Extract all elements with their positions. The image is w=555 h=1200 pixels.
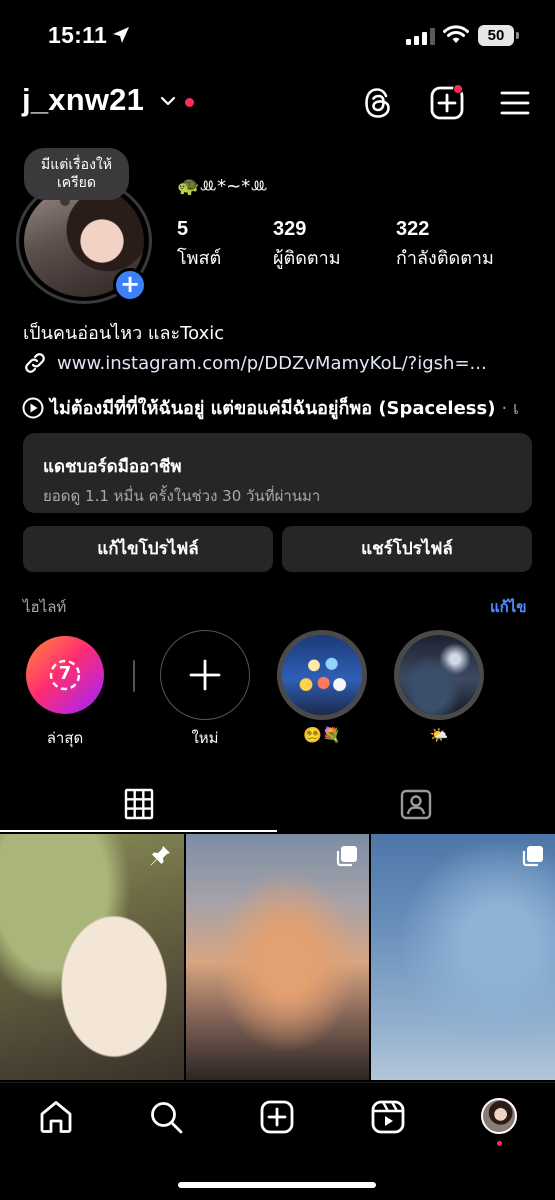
highlight-caption: 🌤️ <box>429 726 449 744</box>
stat-following-count: 322 <box>396 218 430 240</box>
location-arrow-icon <box>113 27 129 43</box>
link-text: www.instagram.com/p/DDZvMamyKoL/?igsh=..… <box>57 352 487 374</box>
highlights-divider <box>133 660 135 692</box>
plus-icon <box>189 659 220 690</box>
posts-grid <box>0 834 555 1080</box>
stat-following[interactable]: 322 กำลังติดตาม <box>396 218 494 272</box>
stat-posts[interactable]: 5 โพสต์ <box>177 218 221 272</box>
profile-music[interactable]: ไม่ต้องมีที่ที่ให้ฉันอยู่ แต่ขอแค่มีฉันอ… <box>22 393 555 422</box>
active-tab-indicator <box>0 830 277 832</box>
link-icon <box>25 353 45 373</box>
search-icon[interactable] <box>148 1099 184 1135</box>
menu-icon[interactable] <box>500 90 530 116</box>
bio-text: เป็นคนอ่อนไหว และToxic <box>23 323 225 344</box>
share-profile-button[interactable]: แชร์โปรไฟล์ <box>282 526 532 572</box>
battery-icon: 50 <box>478 25 519 46</box>
note-text: มีแต่เรื่องให้ เครียด <box>41 157 112 191</box>
status-time: 15:11 <box>48 22 108 48</box>
status-bar: 15:11 50 <box>0 0 555 70</box>
cellular-signal-icon <box>406 27 435 45</box>
music-title: ไม่ต้องมีที่ที่ให้ฉันอยู่ แต่ขอแค่มีฉันอ… <box>50 398 496 419</box>
create-icon[interactable] <box>259 1099 295 1135</box>
highlight-caption: ใหม่ <box>191 729 219 747</box>
pin-icon <box>150 846 170 866</box>
grid-icon[interactable] <box>124 788 154 820</box>
stat-followers[interactable]: 329 ผู้ติดตาม <box>273 218 341 272</box>
carousel-icon <box>522 846 543 867</box>
post-thumbnail[interactable] <box>186 834 369 1080</box>
chevron-down-icon[interactable] <box>160 95 176 107</box>
professional-dashboard[interactable]: แดชบอร์ดมืออาชีพ ยอดดู 1.1 หมื่น ครั้งใน… <box>23 433 532 513</box>
profile-notification-dot <box>497 1141 502 1146</box>
carousel-icon <box>336 846 357 867</box>
highlights-label: ไฮไลท์ <box>23 598 67 616</box>
highlight-cover <box>394 630 484 720</box>
highlight-caption: 😵‍💫💐 <box>303 726 341 744</box>
home-indicator[interactable] <box>178 1182 376 1188</box>
stat-followers-count: 329 <box>273 218 307 240</box>
edit-profile-button[interactable]: แก้ไขโปรไฟล์ <box>23 526 273 572</box>
dashboard-subtitle: ยอดดู 1.1 หมื่น ครั้งในช่วง 30 วันที่ผ่า… <box>43 487 321 505</box>
add-story-plus-icon[interactable]: + <box>113 268 147 302</box>
dashboard-title: แดชบอร์ดมืออาชีพ <box>43 457 182 477</box>
username-switcher[interactable]: j_xnw21 <box>22 82 144 118</box>
highlight-caption: ล่าสุด <box>46 729 84 747</box>
post-thumbnail[interactable] <box>0 834 184 1080</box>
stat-followers-label: ผู้ติดตาม <box>273 248 341 269</box>
reels-icon[interactable] <box>370 1099 406 1135</box>
content-tabs <box>0 780 555 834</box>
highlight-toys[interactable]: 😵‍💫💐 <box>276 630 368 744</box>
profile-header: j_xnw21 <box>0 78 555 128</box>
new-highlight-circle <box>160 630 250 720</box>
highlight-cover <box>277 630 367 720</box>
home-icon[interactable] <box>38 1099 74 1135</box>
post-thumbnail[interactable] <box>371 834 555 1080</box>
note-bubble[interactable]: มีแต่เรื่องให้ เครียด <box>24 148 129 206</box>
highlight-weather[interactable]: 🌤️ <box>393 630 485 744</box>
account-notification-dot <box>185 98 194 107</box>
recent-highlight-circle: 7 <box>26 636 104 714</box>
create-notification-dot <box>453 84 463 94</box>
stat-posts-label: โพสต์ <box>177 248 222 269</box>
music-artist-truncated: · เ <box>501 398 520 419</box>
profile-tab-avatar[interactable] <box>481 1098 517 1134</box>
highlights-edit-link[interactable]: แก้ไข <box>490 595 527 619</box>
display-name: 🐢ꔛ*~*ꔛ <box>177 176 268 197</box>
threads-icon[interactable] <box>362 86 394 120</box>
tagged-icon[interactable] <box>400 788 432 820</box>
wifi-icon <box>443 25 469 43</box>
stat-posts-count: 5 <box>177 218 189 240</box>
highlight-new[interactable]: ใหม่ <box>159 630 251 750</box>
stat-following-label: กำลังติดตาม <box>396 248 494 269</box>
play-icon <box>22 397 44 418</box>
recent-count-badge: 7 <box>58 663 72 684</box>
profile-link[interactable]: www.instagram.com/p/DDZvMamyKoL/?igsh=..… <box>23 350 487 376</box>
highlight-recent[interactable]: 7 ล่าสุด <box>19 636 111 750</box>
